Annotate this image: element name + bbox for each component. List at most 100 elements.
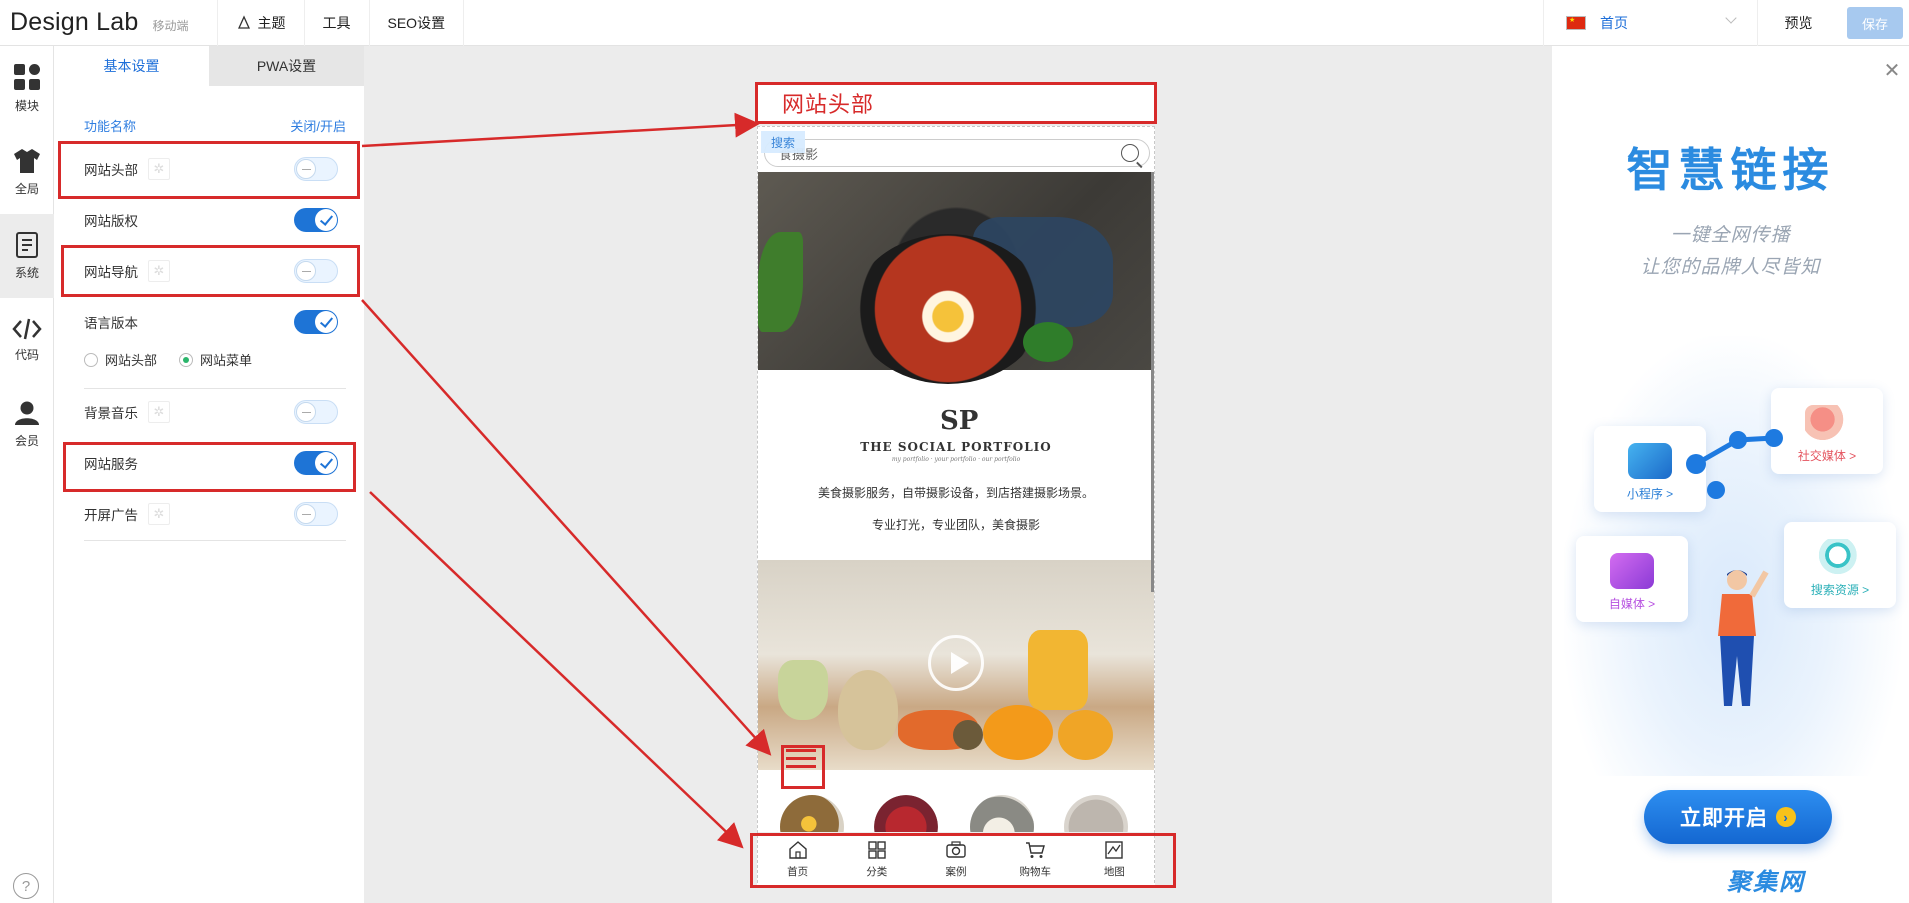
play-icon[interactable] xyxy=(928,635,984,691)
photo-glass xyxy=(778,660,828,720)
photo-leaf xyxy=(758,232,803,332)
food-photo-fruits-video[interactable] xyxy=(758,560,1154,770)
toggle-switch[interactable] xyxy=(294,208,338,232)
column-header: 功能名称 关闭/开启 xyxy=(84,116,346,135)
photo-orange-2 xyxy=(1058,710,1113,760)
search-input[interactable]: 食摄影 xyxy=(764,139,1150,167)
promo-subtitle-1: 一键全网传播 xyxy=(1670,225,1791,246)
preview-button[interactable]: 预览 xyxy=(1757,0,1839,46)
brand-slogan: 专业打光，专业团队，美食摄影 xyxy=(871,518,1040,532)
menu-tools[interactable]: 工具 xyxy=(305,0,370,46)
menu-seo-label: SEO设置 xyxy=(387,14,446,31)
photo-orange xyxy=(983,705,1053,760)
help-button[interactable]: ? xyxy=(13,873,39,899)
search-icon[interactable] xyxy=(1121,144,1139,162)
promo-card-label: 社交媒体 > xyxy=(1797,449,1857,463)
radio-menu[interactable]: 网站菜单 xyxy=(179,350,252,369)
photo-pan xyxy=(853,234,1043,384)
promo-panel: ✕ 智慧链接 一键全网传播 让您的品牌人尽皆知 小程序 > 社交媒体 > 自媒体… xyxy=(1552,46,1909,903)
brand-name: THE SOCIAL PORTFOLIO xyxy=(860,440,1052,454)
promo-subtitle-2: 让您的品牌人尽皆知 xyxy=(1640,257,1821,278)
language-position-radios: 网站头部 网站菜单 xyxy=(84,350,252,369)
annotation-title: 网站头部 xyxy=(755,82,1157,124)
setting-label: 网站版权 xyxy=(84,214,138,229)
arrow-right-icon: › xyxy=(1776,807,1796,827)
toggle-switch[interactable] xyxy=(294,502,338,526)
rail-label: 代码 xyxy=(14,347,39,362)
preview-scrollbar[interactable] xyxy=(1151,172,1154,592)
annotation-box-header-row xyxy=(58,141,360,199)
rail-label: 全局 xyxy=(14,181,39,196)
promo-card-label: 搜索资源 > xyxy=(1810,583,1870,597)
divider xyxy=(84,388,346,389)
search-module-tag[interactable]: 搜索 xyxy=(761,131,805,153)
mobile-mode-toggle[interactable]: 移动端 xyxy=(152,17,766,139)
rail-item-members[interactable]: 会员 xyxy=(0,382,54,466)
rail-label: 系统 xyxy=(14,265,39,280)
menu-theme[interactable]: 主题 xyxy=(218,0,305,46)
tab-basic-settings[interactable]: 基本设置 xyxy=(54,46,209,86)
app-logo: Design Lab xyxy=(10,8,139,36)
photo-juice xyxy=(1028,630,1088,710)
menu-theme-label: 主题 xyxy=(257,14,286,31)
top-bar: Design Lab 移动端 主题 工具 SEO设置 首页 预览 保存 xyxy=(0,0,1909,139)
save-button[interactable]: 保存 xyxy=(1847,7,1903,39)
shirt-icon xyxy=(14,148,40,173)
promo-title: 智慧链接 xyxy=(1626,144,1835,196)
mobile-mode-label: 移动端 xyxy=(152,19,189,33)
setting-row-copyright: 网站版权 xyxy=(84,204,346,236)
start-now-button[interactable]: 立即开启 › xyxy=(1644,790,1832,844)
code-icon xyxy=(12,318,42,339)
video-camera-icon xyxy=(1610,553,1654,589)
rail-label: 会员 xyxy=(14,433,39,448)
rail-item-code[interactable]: 代码 xyxy=(0,298,54,382)
setting-row-music: 背景音乐 ✲ xyxy=(84,396,346,428)
radio-header[interactable]: 网站头部 xyxy=(84,350,157,369)
page-select[interactable]: 首页 xyxy=(1543,0,1757,46)
annotation-box-service-row xyxy=(63,442,356,492)
brand-description: 美食摄影服务，自带摄影设备，到店搭建摄影场景。 xyxy=(817,486,1094,500)
left-rail: 模块 全局 系统 代码 会员 ? xyxy=(0,46,54,903)
tab-pwa-settings[interactable]: PWA设置 xyxy=(209,46,364,86)
promo-card-label: 自媒体 > xyxy=(1608,597,1656,611)
promo-card-self-media[interactable]: 自媒体 > xyxy=(1576,536,1688,622)
panel-tabs: 基本设置 PWA设置 xyxy=(54,46,364,86)
china-flag-icon xyxy=(1566,16,1586,30)
annotation-box-bottom-nav xyxy=(750,833,1176,888)
document-icon xyxy=(16,231,38,258)
radio-label: 网站菜单 xyxy=(200,353,253,368)
top-menu: 主题 工具 SEO设置 xyxy=(216,0,465,46)
cube-icon xyxy=(1628,443,1672,479)
gear-icon[interactable]: ✲ xyxy=(148,401,170,423)
brand-logo: SP xyxy=(940,406,979,436)
gear-icon[interactable]: ✲ xyxy=(148,503,170,525)
network-graph-icon xyxy=(1686,429,1783,499)
column-toggle-label: 关闭/开启 xyxy=(290,119,346,134)
menu-seo[interactable]: SEO设置 xyxy=(370,0,465,46)
annotation-box-hamburger xyxy=(781,745,825,789)
theme-icon xyxy=(237,14,250,29)
promo-illustration: 小程序 > 社交媒体 > 自媒体 > 搜索资源 > xyxy=(1564,336,1902,776)
menu-tools-label: 工具 xyxy=(322,14,351,31)
chevron-down-icon xyxy=(1725,12,1737,24)
food-photo-shakshuka xyxy=(758,172,1154,384)
close-icon[interactable]: ✕ xyxy=(1883,61,1901,81)
page-select-value: 首页 xyxy=(1600,15,1628,31)
radio-dot xyxy=(179,352,194,367)
toggle-switch[interactable] xyxy=(294,400,338,424)
magnifier-icon xyxy=(1818,539,1862,575)
setting-label: 语言版本 xyxy=(84,316,138,331)
start-now-label: 立即开启 xyxy=(1680,807,1768,830)
rail-item-modules[interactable]: 模块 xyxy=(0,46,54,130)
promo-card-search[interactable]: 搜索资源 > xyxy=(1784,522,1896,608)
annotation-box-nav-row xyxy=(61,245,360,297)
setting-row-splash-ad: 开屏广告 ✲ xyxy=(84,498,346,530)
column-name-label: 功能名称 xyxy=(84,119,137,134)
person-illustration xyxy=(1718,570,1769,706)
rail-item-global[interactable]: 全局 xyxy=(0,130,54,214)
toggle-switch[interactable] xyxy=(294,310,338,334)
arrow-navigation xyxy=(361,299,772,756)
user-icon xyxy=(15,401,39,425)
setting-row-language: 语言版本 xyxy=(84,306,346,338)
rail-item-system[interactable]: 系统 xyxy=(0,214,54,298)
